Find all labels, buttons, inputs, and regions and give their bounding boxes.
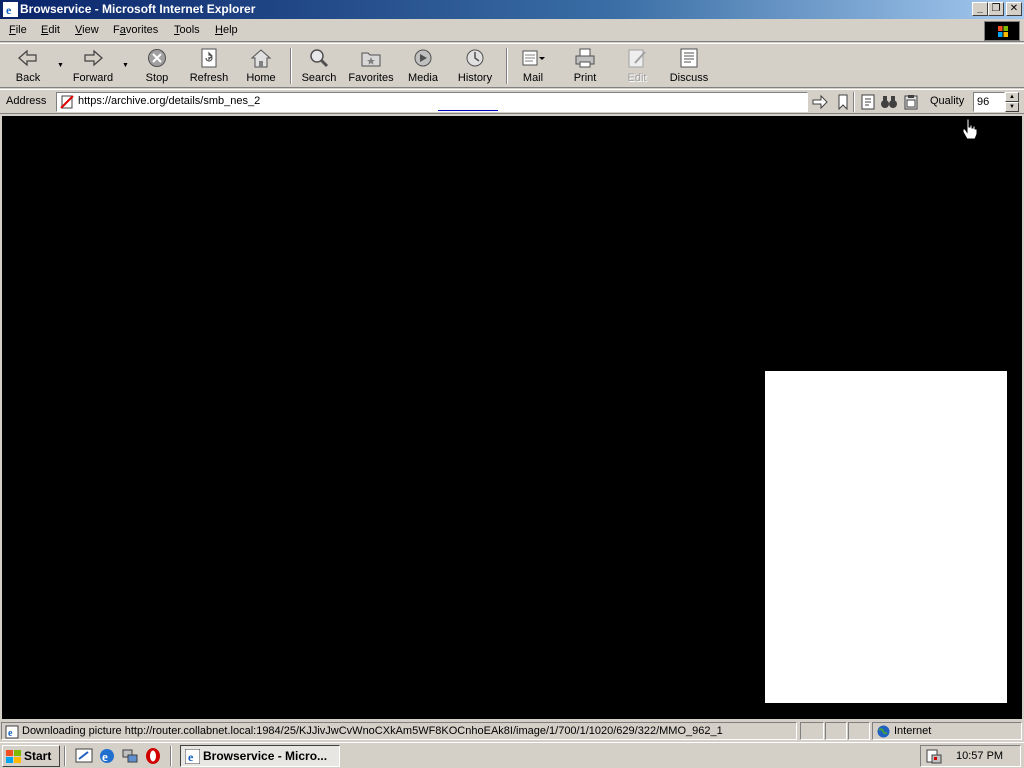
tray-app-icon[interactable] (926, 749, 942, 764)
windows-throbber-logo (984, 21, 1020, 41)
start-button[interactable]: Start (2, 745, 60, 767)
address-separator (853, 92, 855, 112)
minimize-button[interactable]: _ (972, 2, 988, 16)
printer-icon (575, 48, 595, 68)
network-icon[interactable] (121, 747, 139, 765)
taskbar-separator (170, 746, 172, 766)
address-bar: Address https://archive.org/details/smb_… (0, 89, 1024, 114)
discuss-icon (680, 48, 698, 68)
opera-icon[interactable] (144, 747, 162, 765)
refresh-button[interactable]: Refresh (188, 46, 230, 86)
status-progress-pane (800, 722, 824, 740)
menu-file[interactable]: File (9, 24, 27, 36)
status-bar: e Downloading picture http://router.coll… (0, 721, 1024, 741)
svg-text:e: e (6, 3, 12, 17)
media-button[interactable]: Media (404, 46, 442, 86)
window-title: Browservice - Microsoft Internet Explore… (20, 2, 256, 16)
internet-explorer-icon[interactable]: e (98, 747, 116, 765)
clipboard-icon[interactable] (902, 94, 920, 110)
menu-help[interactable]: Help (215, 24, 238, 36)
menu-view[interactable]: View (75, 24, 99, 36)
edit-page-icon (628, 49, 646, 68)
system-tray: 10:57 PM (920, 745, 1021, 767)
back-button[interactable]: Back (10, 46, 46, 86)
show-desktop-icon[interactable] (75, 747, 93, 765)
history-icon (466, 49, 484, 67)
toolbar-separator (506, 48, 508, 84)
menu-favorites[interactable]: Favorites (113, 24, 158, 36)
hand-cursor-icon (962, 118, 978, 140)
ie-app-icon[interactable]: e (3, 2, 18, 17)
search-icon (310, 49, 329, 68)
windows-flag-icon (6, 750, 21, 763)
forward-arrow-icon (84, 49, 103, 67)
taskbar-separator (64, 746, 66, 766)
taskbar-ie-window-button[interactable]: e Browservice - Micro... (180, 745, 340, 767)
address-url[interactable]: https://archive.org/details/smb_nes_2 (78, 95, 260, 107)
page-blocked-icon (60, 95, 74, 109)
loading-image-placeholder (765, 371, 1007, 703)
status-pane (825, 722, 847, 740)
windows-flag-icon (998, 26, 1008, 37)
status-text-pane: e Downloading picture http://router.coll… (1, 722, 797, 740)
spin-up-icon[interactable]: ▲ (1005, 92, 1019, 102)
taskbar-clock[interactable]: 10:57 PM (956, 750, 1003, 762)
close-button[interactable]: ✕ (1006, 2, 1022, 16)
status-pane (848, 722, 870, 740)
menu-bar: File Edit View Favorites Tools Help (0, 20, 1024, 42)
maximize-button[interactable]: ❐ (988, 2, 1004, 16)
status-text: Downloading picture http://router.collab… (22, 725, 723, 737)
svg-text:e: e (102, 749, 108, 764)
forward-button[interactable]: Forward (70, 46, 116, 86)
menu-edit[interactable]: Edit (41, 24, 60, 36)
mail-button[interactable]: Mail (516, 46, 550, 86)
quality-spinner[interactable]: ▲ ▼ (1005, 92, 1019, 112)
bookmark-icon[interactable] (834, 94, 852, 110)
home-icon (250, 49, 272, 68)
stop-icon (148, 49, 166, 67)
edit-button[interactable]: Edit (622, 46, 652, 86)
security-zone-text: Internet (894, 725, 932, 737)
search-button[interactable]: Search (300, 46, 338, 86)
ie-app-icon: e (185, 749, 200, 764)
spin-down-icon[interactable]: ▼ (1005, 102, 1019, 112)
binoculars-icon[interactable] (880, 94, 898, 110)
go-arrow-icon[interactable] (811, 94, 829, 110)
back-arrow-icon (18, 49, 37, 67)
print-button[interactable]: Print (570, 46, 600, 86)
favorites-folder-icon (361, 52, 381, 67)
quality-input[interactable]: 96 (973, 92, 1005, 112)
mail-icon (522, 50, 545, 66)
address-progress-underline (438, 110, 498, 111)
refresh-icon (201, 48, 217, 68)
menu-tools[interactable]: Tools (174, 24, 200, 36)
discuss-button[interactable]: Discuss (668, 46, 710, 86)
page-icon[interactable] (859, 94, 877, 110)
home-button[interactable]: Home (244, 46, 278, 86)
svg-text:e: e (188, 750, 194, 764)
globe-icon (877, 725, 890, 738)
media-icon (414, 49, 432, 67)
toolbar-separator (290, 48, 292, 84)
back-dropdown-icon[interactable]: ▼ (57, 62, 64, 69)
favorites-button[interactable]: Favorites (346, 46, 396, 86)
address-label: Address (6, 95, 47, 107)
svg-text:e: e (8, 728, 13, 739)
ie-page-icon: e (5, 725, 19, 739)
forward-dropdown-icon[interactable]: ▼ (122, 62, 129, 69)
stop-button[interactable]: Stop (140, 46, 174, 86)
title-bar: e Browservice - Microsoft Internet Explo… (0, 0, 1024, 19)
quality-label: Quality (930, 95, 965, 107)
security-zone-pane: Internet (872, 722, 1022, 740)
history-button[interactable]: History (454, 46, 496, 86)
page-content[interactable] (2, 116, 1022, 719)
taskbar: Start e e Browservice - Micro... 10:57 P… (0, 742, 1024, 768)
standard-toolbar: Back ▼ Forward ▼ Stop Refresh Home Searc… (0, 43, 1024, 88)
